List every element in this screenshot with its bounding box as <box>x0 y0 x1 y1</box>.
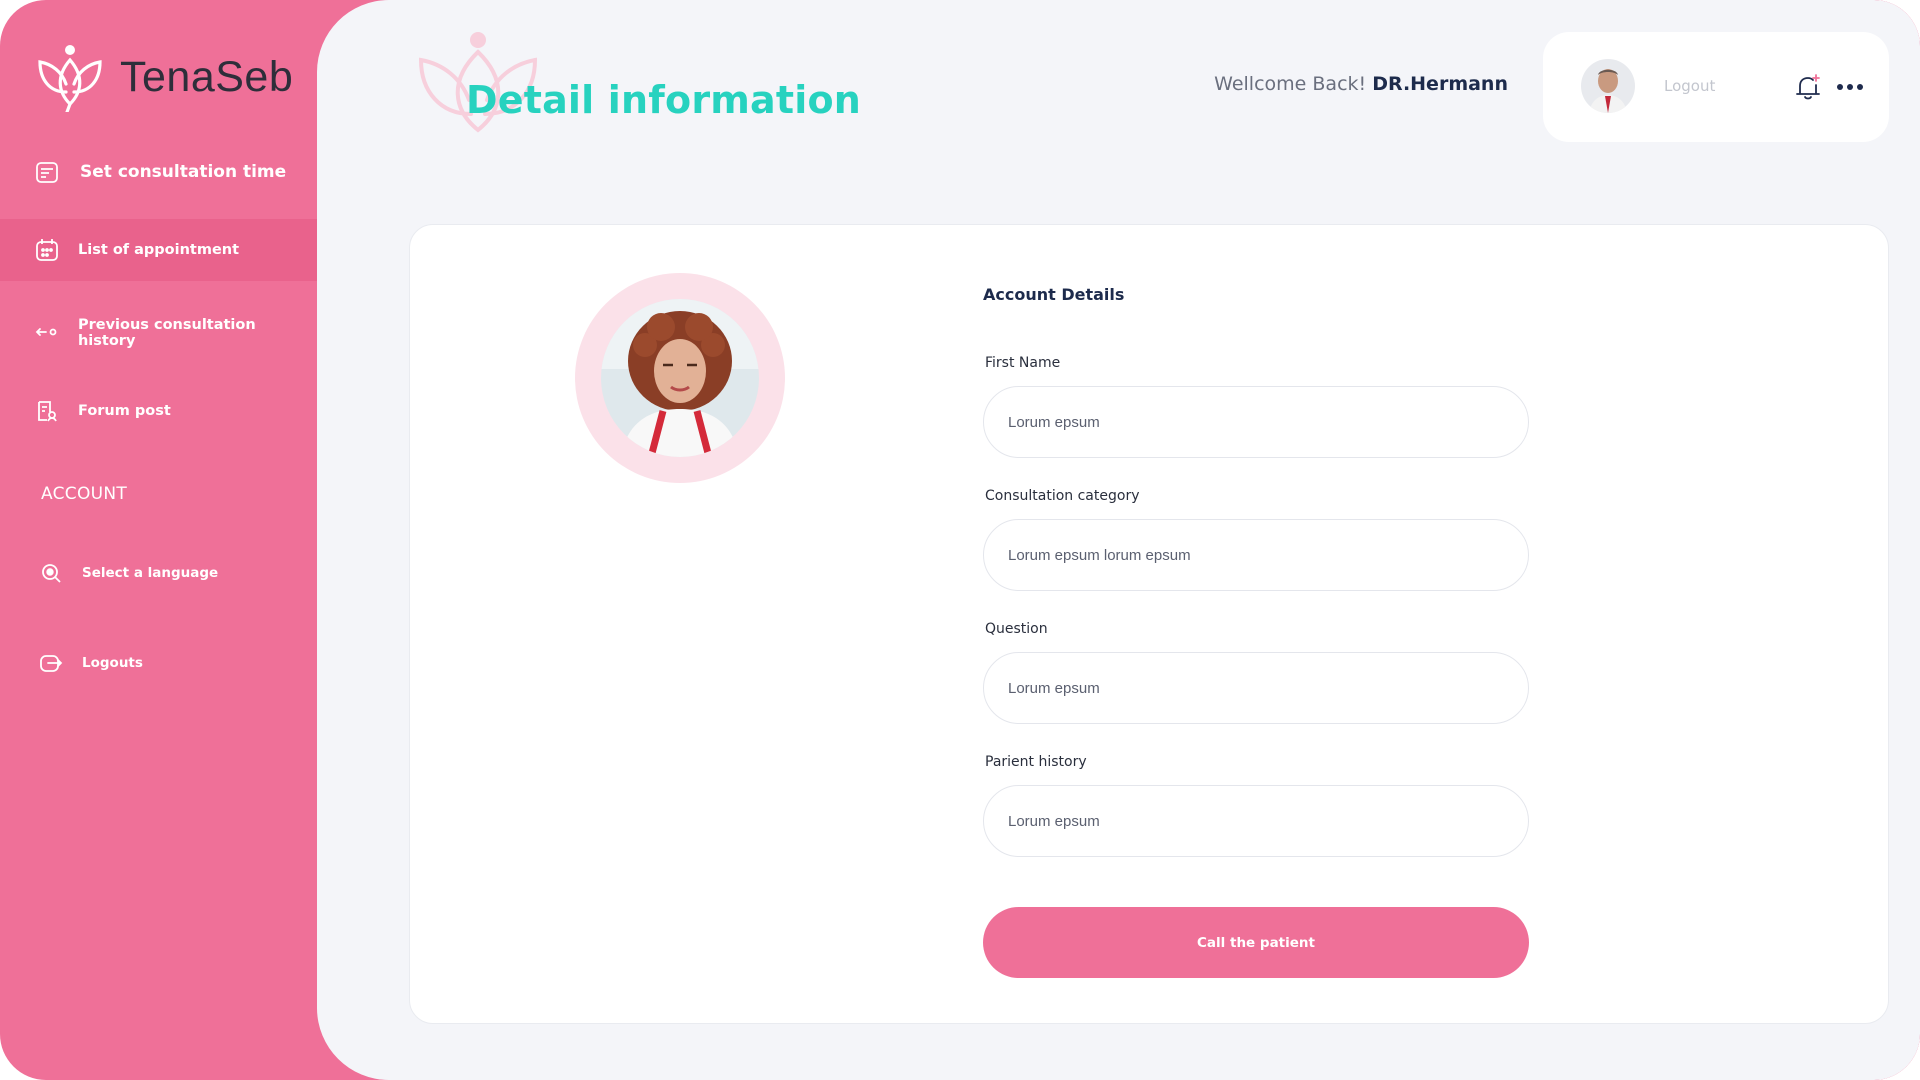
sidebar-item-label: Forum post <box>78 403 171 419</box>
sidebar-item-set-consultation-time[interactable]: Set consultation time <box>0 157 318 187</box>
page-header: Detail information <box>413 30 861 140</box>
welcome-prefix: Wellcome Back! <box>1214 73 1367 95</box>
sidebar-item-logouts[interactable]: Logouts <box>0 648 318 678</box>
sidebar: TenaSeb Set consultation time List of ap… <box>0 0 318 1080</box>
user-card: Logout <box>1543 32 1889 142</box>
page-title: Detail information <box>466 78 862 122</box>
call-patient-button[interactable]: Call the patient <box>983 907 1529 978</box>
sidebar-item-label: Logouts <box>82 655 143 671</box>
brand-name: TenaSeb <box>120 52 294 101</box>
sidebar-item-forum-post[interactable]: Forum post <box>0 396 318 426</box>
sidebar-item-list-of-appointment[interactable]: List of appointment <box>0 219 318 281</box>
question-field[interactable] <box>983 652 1529 724</box>
patient-photo-frame <box>575 273 785 483</box>
consultation-category-field[interactable] <box>983 519 1529 591</box>
calendar-icon <box>34 237 60 263</box>
main-content: Detail information Wellcome Back! DR.Her… <box>317 0 1920 1080</box>
account-details-title: Account Details <box>983 285 1125 304</box>
patient-history-label: Parient history <box>985 754 1087 770</box>
account-section-heading: ACCOUNT <box>41 484 128 504</box>
first-name-label: First Name <box>985 355 1061 371</box>
patient-history-field[interactable] <box>983 785 1529 857</box>
more-options-icon[interactable] <box>1835 72 1865 102</box>
brand[interactable]: TenaSeb <box>36 42 293 112</box>
schedule-icon <box>34 159 60 185</box>
detail-card: Account Details First Name Consultation … <box>409 224 1889 1024</box>
notification-bell-icon[interactable] <box>1793 72 1823 102</box>
logout-link[interactable]: Logout <box>1664 77 1715 95</box>
logout-icon <box>38 650 64 676</box>
sidebar-item-label: List of appointment <box>78 242 240 258</box>
doctor-name: DR.Hermann <box>1372 73 1508 95</box>
history-arrows-icon <box>34 320 60 346</box>
lotus-logo-icon <box>38 45 102 112</box>
sidebar-item-label: Set consultation time <box>80 162 287 182</box>
patient-photo <box>601 299 759 457</box>
language-search-icon <box>38 560 64 586</box>
app-window: TenaSeb Set consultation time List of ap… <box>0 0 1920 1080</box>
forum-post-icon <box>34 398 60 424</box>
question-label: Question <box>985 621 1048 637</box>
sidebar-item-previous-consultation-history[interactable]: Previous consultation history <box>0 317 318 349</box>
consultation-category-label: Consultation category <box>985 488 1140 504</box>
sidebar-item-label: Select a language <box>82 565 219 581</box>
first-name-field[interactable] <box>983 386 1529 458</box>
sidebar-item-label: Previous consultation history <box>77 317 256 349</box>
welcome-message: Wellcome Back! DR.Hermann <box>1214 73 1508 95</box>
avatar[interactable] <box>1581 59 1635 113</box>
sidebar-item-select-language[interactable]: Select a language <box>0 558 318 588</box>
